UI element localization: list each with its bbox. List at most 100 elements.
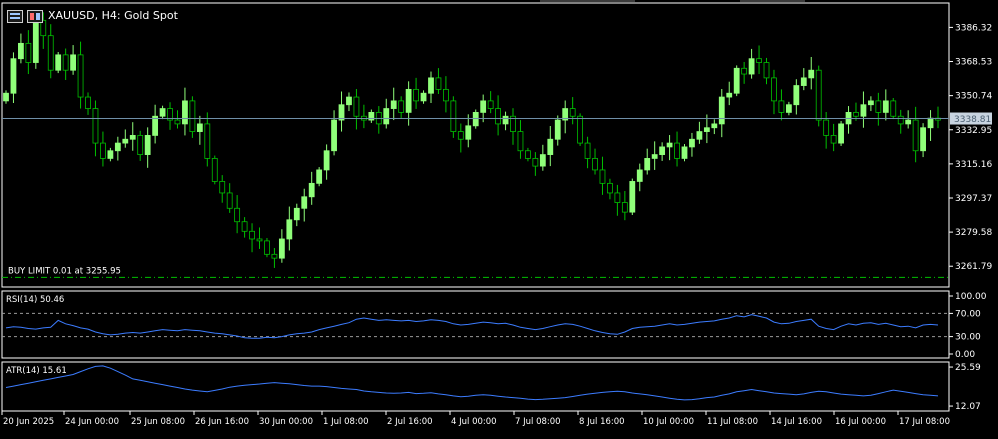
bull-candle xyxy=(10,58,17,94)
bear-candle xyxy=(532,158,539,167)
bear-candle xyxy=(823,119,830,136)
bear-candle xyxy=(353,96,360,117)
bull-candle xyxy=(480,100,487,113)
bull-candle xyxy=(383,108,390,125)
buy-limit-label: BUY LIMIT 0.01 at 3255.95 xyxy=(8,266,121,276)
chart-window[interactable]: 3386.32 3368.53 3350.74 3332.95 3315.16 3297.… xyxy=(0,0,998,435)
bull-candle xyxy=(107,150,114,159)
price-tick-label: 3279.58 xyxy=(955,228,992,238)
bear-candle xyxy=(174,119,181,125)
price-tick-label: 3297.37 xyxy=(955,194,992,204)
bear-candle xyxy=(525,150,531,159)
bull-candle xyxy=(472,111,479,127)
time-axis-label: 16 Jul 00:00 xyxy=(835,417,886,427)
bear-candle xyxy=(92,108,99,144)
bull-candle xyxy=(308,182,315,198)
bear-candle xyxy=(853,111,859,117)
bull-candle xyxy=(159,108,166,117)
depth-of-market-icon[interactable] xyxy=(7,10,23,23)
bull-candle xyxy=(927,117,934,129)
rsi-line xyxy=(5,314,939,339)
bear-candle xyxy=(487,100,494,109)
bull-candle xyxy=(860,104,867,117)
price-tick-label: 3261.79 xyxy=(955,262,992,272)
time-axis-label: 8 Jul 16:00 xyxy=(579,417,625,427)
bear-candle xyxy=(569,108,576,117)
symbol-title: XAUUSD, H4: Gold Spot xyxy=(48,9,178,22)
bull-candle xyxy=(182,100,188,125)
bull-candle xyxy=(636,169,643,182)
bull-candle xyxy=(152,115,159,136)
rsi-tick-label: 0.00 xyxy=(955,350,975,360)
bear-candle xyxy=(241,221,248,232)
bear-candle xyxy=(219,181,226,194)
top-scroll-indicator xyxy=(540,0,635,2)
bull-candle xyxy=(144,135,151,155)
bear-candle xyxy=(741,67,748,75)
bull-candle xyxy=(286,219,293,240)
bear-candle xyxy=(778,100,785,113)
one-click-trading-icon[interactable] xyxy=(27,10,43,23)
rsi-panel-frame xyxy=(1,290,950,359)
bear-candle xyxy=(592,158,598,171)
bull-candle xyxy=(465,125,472,140)
bear-candle xyxy=(607,182,613,194)
bear-candle xyxy=(435,77,442,90)
bull-candle xyxy=(696,131,703,140)
bull-candle xyxy=(681,146,688,159)
current-price-label: 3338.81 xyxy=(954,115,991,125)
bull-candle xyxy=(323,150,330,171)
bull-candle xyxy=(196,123,203,132)
bull-candle xyxy=(3,92,9,102)
bull-candle xyxy=(331,119,337,152)
time-axis-label: 14 Jul 16:00 xyxy=(771,417,822,427)
bull-candle xyxy=(703,127,710,132)
bull-candle xyxy=(338,104,345,121)
bear-candle xyxy=(137,135,144,155)
bull-candle xyxy=(278,238,285,259)
bull-candle xyxy=(726,92,733,98)
bull-candle xyxy=(905,119,912,125)
bear-candle xyxy=(450,100,457,132)
bear-candle xyxy=(100,142,106,159)
bull-candle xyxy=(718,96,725,125)
bull-candle xyxy=(114,142,121,152)
bull-candle xyxy=(666,142,673,148)
bull-candle xyxy=(808,69,815,79)
bear-candle xyxy=(517,131,524,152)
price-tick-label: 3350.74 xyxy=(955,92,992,102)
bull-candle xyxy=(539,154,546,167)
bear-candle xyxy=(226,192,233,209)
atr-tick-label: 25.59 xyxy=(955,363,981,373)
bear-candle xyxy=(256,238,263,242)
bear-candle xyxy=(204,123,211,159)
rsi-tick-label: 100.00 xyxy=(955,292,987,302)
bear-candle xyxy=(756,58,762,63)
bear-candle xyxy=(621,202,628,213)
bear-candle xyxy=(398,100,405,113)
bull-candle xyxy=(644,158,651,171)
bear-candle xyxy=(771,77,777,102)
bull-candle xyxy=(748,58,755,75)
bear-candle xyxy=(577,115,584,144)
top-scroll-indicator xyxy=(740,0,805,2)
bear-candle xyxy=(62,54,69,71)
time-axis-label: 17 Jul 08:00 xyxy=(899,417,950,427)
candles-group xyxy=(3,12,941,268)
bear-candle xyxy=(614,192,621,203)
bull-candle xyxy=(882,100,889,113)
rsi-tick-label: 30.00 xyxy=(955,333,981,343)
bull-candle xyxy=(793,85,800,106)
bear-candle xyxy=(457,131,464,140)
time-axis-label: 2 Jul 16:00 xyxy=(387,417,433,427)
chart-canvas[interactable]: 3386.32 3368.53 3350.74 3332.95 3315.16 3297.… xyxy=(0,0,998,435)
bear-candle xyxy=(443,88,449,102)
rsi-tick-label: 70.00 xyxy=(955,309,981,319)
bull-candle xyxy=(547,138,554,155)
bear-candle xyxy=(413,88,419,102)
main-chart-frame xyxy=(1,2,950,288)
bear-candle xyxy=(584,142,591,159)
atr-panel-frame xyxy=(1,361,950,412)
time-axis-label: 4 Jul 00:00 xyxy=(451,417,497,427)
time-axis-label: 26 Jun 16:00 xyxy=(195,417,249,427)
